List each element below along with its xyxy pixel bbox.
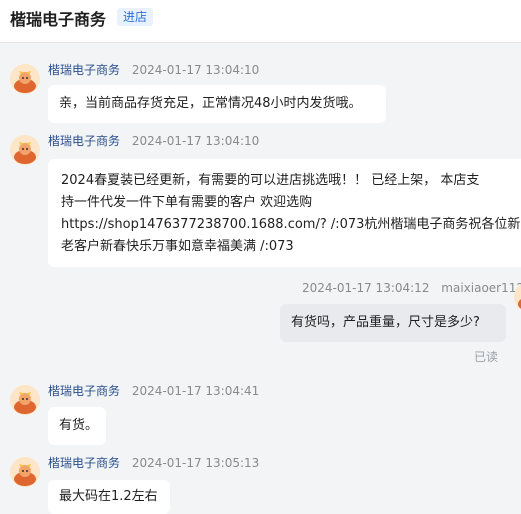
- message-text: 有货。: [59, 418, 99, 433]
- avatar[interactable]: [514, 282, 521, 312]
- message-bubble[interactable]: 亲，当前商品存货充足，正常情况48小时内发货哦。: [48, 85, 386, 123]
- message-time: 2024-01-17 13:04:41: [131, 384, 260, 398]
- enter-shop-button[interactable]: 进店: [117, 8, 154, 26]
- message-time: 2024-01-17 13:04:12: [302, 281, 430, 295]
- sender-name: 楷瑞电子商务: [48, 134, 121, 148]
- message-text: 最大码在1.2左右: [59, 489, 158, 504]
- message-meta: 2024-01-17 13:04:12 maixiaoer112: [302, 281, 521, 295]
- message-meta: 楷瑞电子商务 2024-01-17 13:04:10: [48, 134, 259, 148]
- message-time: 2024-01-17 13:04:10: [131, 63, 260, 77]
- dragon-avatar-icon: [10, 64, 40, 94]
- read-status: 已读: [474, 350, 499, 364]
- message-time: 2024-01-17 13:05:13: [131, 456, 260, 470]
- message-bubble[interactable]: 最大码在1.2左右: [48, 480, 170, 514]
- message-text: 亲，当前商品存货充足，正常情况48小时内发货哦。: [59, 96, 362, 111]
- message-bubble[interactable]: 有货。: [48, 407, 106, 445]
- dragon-avatar-icon: [10, 385, 40, 415]
- dragon-avatar-icon: [10, 135, 40, 165]
- chat-header: 楷瑞电子商务 进店: [0, 0, 521, 43]
- message-time: 2024-01-17 13:04:10: [131, 134, 260, 148]
- message-meta: 楷瑞电子商务 2024-01-17 13:04:10: [48, 63, 259, 77]
- dragon-avatar-icon: [10, 457, 40, 487]
- message-line: https://shop1476377238700.1688.com/? /:0…: [61, 217, 521, 232]
- avatar[interactable]: [10, 64, 40, 94]
- dragon-avatar-icon: [514, 284, 521, 310]
- message-meta: 楷瑞电子商务 2024-01-17 13:05:13: [48, 456, 259, 470]
- message-text: 有货吗，产品重量，尺寸是多少?: [291, 315, 480, 330]
- avatar[interactable]: [10, 385, 40, 415]
- avatar[interactable]: [10, 135, 40, 165]
- message-bubble[interactable]: 2024春夏装已经更新，有需要的可以进店挑选哦！！ 已经上架， 本店支 持一件代…: [48, 159, 521, 267]
- sender-name: 楷瑞电子商务: [48, 63, 121, 77]
- sender-name: 楷瑞电子商务: [48, 384, 121, 398]
- avatar[interactable]: [10, 457, 40, 487]
- sender-name: maixiaoer112: [441, 281, 521, 295]
- message-line: 持一件代发一件下单有需要的客户 欢迎选购: [61, 195, 313, 210]
- sender-name: 楷瑞电子商务: [48, 456, 121, 470]
- shop-name: 楷瑞电子商务: [10, 10, 107, 29]
- message-line: 老客户新春快乐万事如意幸福美满 /:073: [61, 239, 294, 254]
- message-bubble[interactable]: 有货吗，产品重量，尺寸是多少?: [280, 304, 506, 342]
- message-line: 2024春夏装已经更新，有需要的可以进店挑选哦！！ 已经上架， 本店支: [61, 173, 480, 188]
- message-meta: 楷瑞电子商务 2024-01-17 13:04:41: [48, 384, 259, 398]
